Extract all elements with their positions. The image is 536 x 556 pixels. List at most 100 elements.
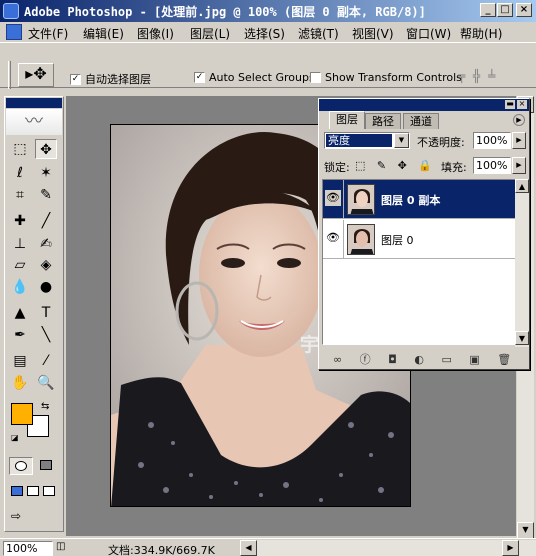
menu-file[interactable]: 文件(F) — [28, 25, 68, 42]
move-tool-icon[interactable]: ▸✥ — [18, 63, 54, 87]
opacity-slider-arrow-icon[interactable]: ▶ — [512, 132, 526, 149]
align-icons[interactable]: ╤ ╬ ╧ — [458, 69, 528, 85]
minimize-button[interactable]: _ — [480, 3, 496, 17]
layer-scroll-down-icon[interactable]: ▼ — [515, 331, 529, 345]
layer-thumbnail — [347, 224, 375, 255]
toolbox: 〰 ⬚ ✥ ℓ ✶ ⌗ ✎ ✚ ╱ ⊥ ✍ ▱ ◈ 💧 ● ▲ T ✒ ╲ ▤ … — [4, 96, 64, 532]
close-button[interactable]: × — [516, 3, 532, 17]
fill-field[interactable]: 100% — [473, 157, 511, 174]
opacity-field[interactable]: 100% — [473, 132, 511, 149]
layers-panel-titlebar[interactable]: ▬ × — [319, 99, 529, 111]
feather-logo-icon[interactable]: 〰 — [6, 109, 62, 135]
healing-brush-tool-icon[interactable]: ✚ — [9, 211, 31, 231]
brush-tool-icon[interactable]: ╱ — [35, 211, 57, 231]
zoom-level-field[interactable]: 100% — [3, 541, 53, 556]
standard-screen-mode-icon[interactable] — [11, 486, 23, 496]
status-menu-icon[interactable]: ◫ — [56, 541, 65, 552]
full-screen-menu-mode-icon[interactable] — [27, 486, 39, 496]
hand-tool-icon[interactable]: ✋ — [9, 373, 31, 393]
auto-select-groups-check-icon: ✓ — [194, 72, 205, 83]
lock-icons[interactable]: ⬚ ✎ ✥ 🔒 — [355, 159, 436, 172]
crop-tool-icon[interactable]: ⌗ — [9, 185, 31, 205]
blend-mode-value: 亮度 — [326, 134, 392, 147]
eraser-tool-icon[interactable]: ▱ — [9, 255, 31, 275]
layer-scroll-up-icon[interactable]: ▲ — [515, 179, 529, 193]
options-bar-grip[interactable] — [8, 61, 11, 89]
photoshop-app-icon — [3, 3, 19, 19]
eyedropper-tool-icon[interactable]: ⁄ — [35, 351, 57, 371]
blend-mode-select[interactable]: 亮度 ▼ — [324, 132, 410, 149]
menu-select[interactable]: 选择(S) — [244, 25, 285, 42]
window-title: Adobe Photoshop - [处理前.jpg @ 100% (图层 0 … — [24, 5, 426, 19]
foreground-color-swatch[interactable] — [11, 403, 33, 425]
document-icon[interactable] — [6, 24, 22, 40]
layer-thumbnail — [347, 184, 375, 215]
layer-row-copy[interactable]: 👁 图层 0 副本 — [323, 180, 517, 219]
menu-help[interactable]: 帮助(H) — [460, 25, 502, 42]
menu-layer[interactable]: 图层(L) — [190, 25, 230, 42]
clone-stamp-tool-icon[interactable]: ⊥ — [9, 234, 31, 254]
scroll-down-icon[interactable]: ▼ — [517, 522, 534, 539]
move-tool-icon[interactable]: ✥ — [35, 139, 57, 159]
canvas-horizontal-scrollbar[interactable]: ◀ ▶ — [240, 540, 536, 556]
notes-tool-icon[interactable]: ▤ — [9, 351, 31, 371]
toolbox-title[interactable] — [6, 98, 62, 108]
auto-select-groups-label: Auto Select Groups — [209, 71, 315, 84]
scroll-left-icon[interactable]: ◀ — [240, 540, 257, 556]
history-brush-tool-icon[interactable]: ✍ — [35, 234, 57, 254]
swap-colors-icon[interactable]: ⇆ — [41, 401, 49, 412]
zoom-tool-icon[interactable]: 🔍 — [35, 373, 57, 393]
blur-tool-icon[interactable]: 💧 — [9, 277, 31, 297]
menu-view[interactable]: 视图(V) — [352, 25, 394, 42]
pen-tool-icon[interactable]: ✒ — [9, 325, 31, 345]
dodge-tool-icon[interactable]: ● — [35, 277, 57, 297]
default-colors-icon[interactable]: ◪ — [11, 433, 19, 442]
eye-visibility-icon[interactable]: 👁 — [325, 190, 341, 206]
quick-mask-mode-icon[interactable] — [35, 457, 59, 475]
menu-window[interactable]: 窗口(W) — [406, 25, 451, 42]
menu-bar: 文件(F) 编辑(E) 图像(I) 图层(L) 选择(S) 滤镜(T) 视图(V… — [0, 22, 536, 58]
eye-visibility-icon[interactable]: 👁 — [325, 230, 341, 246]
title-bar: Adobe Photoshop - [处理前.jpg @ 100% (图层 0 … — [0, 0, 536, 22]
options-bar: ▸✥ ✓ 自动选择图层 ✓ Auto Select Groups Show Tr… — [0, 42, 536, 89]
full-screen-mode-icon[interactable] — [43, 486, 55, 496]
panel-menu-icon[interactable]: ▶ — [513, 114, 525, 126]
tab-layers[interactable]: 图层 — [329, 111, 365, 129]
layer-list-scrollbar[interactable]: ▲ ▼ — [515, 179, 529, 347]
status-bar: 100% ◫ 文档:334.9K/669.7K ◀ ▶ — [0, 538, 536, 556]
opacity-label: 不透明度: — [417, 136, 465, 149]
show-transform-controls-checkbox[interactable]: Show Transform Controls — [310, 71, 462, 84]
menu-filter[interactable]: 滤镜(T) — [298, 25, 339, 42]
chevron-down-icon[interactable]: ▼ — [394, 133, 409, 148]
line-tool-icon[interactable]: ╲ — [35, 325, 57, 345]
panel-minimize-icon[interactable]: ▬ — [505, 100, 515, 109]
tab-channels[interactable]: 通道 — [403, 113, 439, 129]
layer-name[interactable]: 图层 0 — [381, 232, 414, 248]
scroll-right-icon[interactable]: ▶ — [502, 540, 519, 556]
tab-paths[interactable]: 路径 — [365, 113, 401, 129]
show-transform-check-icon — [310, 72, 321, 83]
marquee-tool-icon[interactable]: ⬚ — [9, 139, 31, 159]
layers-panel-tabs: 图层 路径 通道 ▶ — [321, 111, 527, 129]
lasso-tool-icon[interactable]: ℓ — [9, 163, 31, 183]
magic-wand-tool-icon[interactable]: ✶ — [35, 163, 57, 183]
maximize-button[interactable]: □ — [497, 3, 513, 17]
type-tool-icon[interactable]: T — [35, 303, 57, 323]
standard-mode-icon[interactable] — [9, 457, 33, 475]
layers-panel-footer-icons[interactable]: ∞ ⓕ ◘ ◐ ▭ ▣ 🗑 — [321, 351, 527, 367]
auto-select-layer-label: 自动选择图层 — [85, 73, 151, 86]
jump-to-imageready-icon[interactable]: ⇨ — [11, 509, 21, 523]
menu-edit[interactable]: 编辑(E) — [83, 25, 124, 42]
path-selection-tool-icon[interactable]: ▲ — [9, 303, 31, 323]
panel-close-icon[interactable]: × — [517, 100, 527, 109]
menu-image[interactable]: 图像(I) — [137, 25, 174, 42]
lock-label: 锁定: — [324, 161, 350, 174]
auto-select-layer-checkbox[interactable]: ✓ 自动选择图层 — [70, 71, 151, 87]
layer-row-base[interactable]: 👁 图层 0 — [323, 220, 517, 259]
layer-name[interactable]: 图层 0 副本 — [381, 192, 440, 208]
paint-bucket-tool-icon[interactable]: ◈ — [35, 255, 57, 275]
fill-label: 填充: — [441, 161, 467, 174]
auto-select-groups-checkbox[interactable]: ✓ Auto Select Groups — [194, 71, 315, 84]
fill-slider-arrow-icon[interactable]: ▶ — [512, 157, 526, 174]
slice-tool-icon[interactable]: ✎ — [35, 185, 57, 205]
